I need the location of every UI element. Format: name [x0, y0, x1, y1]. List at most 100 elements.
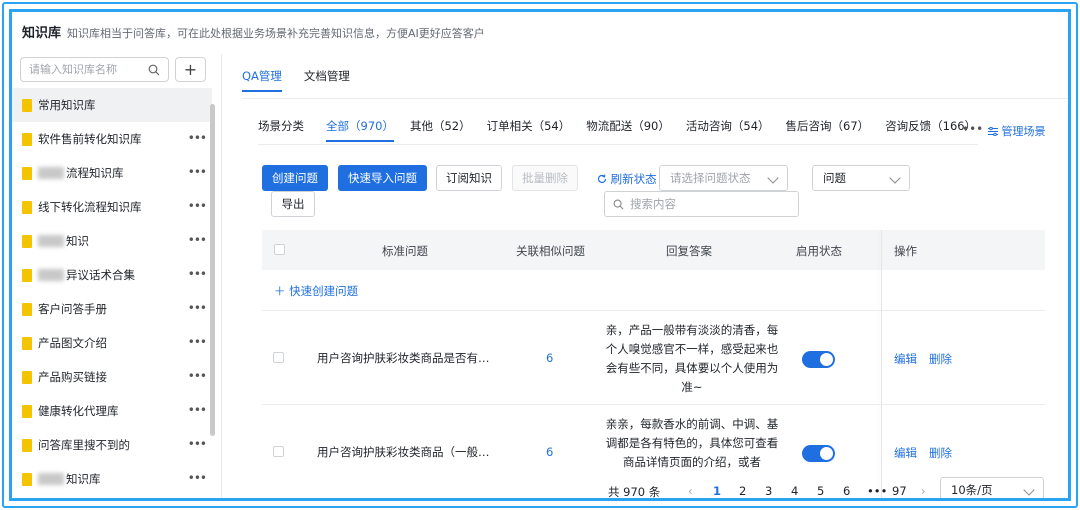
search-icon — [613, 199, 624, 209]
qa-table: 标准问题 关联相似问题 回复答案 启用状态 操作 ＋ 快速创建问题 用户咨询护肤… — [262, 230, 1045, 498]
kb-item[interactable]: 常用知识库 — [12, 88, 212, 122]
row-delete-button[interactable]: 删除 — [929, 445, 952, 461]
row-checkbox[interactable] — [273, 446, 284, 457]
kb-item[interactable]: 问答库里搜不到的 ••• — [12, 428, 212, 462]
refresh-icon — [597, 174, 607, 184]
folder-icon — [22, 234, 32, 248]
export-button[interactable]: 导出 — [271, 191, 315, 217]
page-description: 知识库相当于问答库，可在此处根据业务场景补充完善知识信息，方便AI更好应答客户 — [67, 27, 485, 40]
kb-item-label: 软件售前转化知识库 — [38, 132, 142, 146]
page-6[interactable]: 6 — [843, 484, 850, 498]
scene-category-order[interactable]: 订单相关（54） — [487, 110, 571, 142]
refresh-status-label: 刷新状态 — [610, 172, 657, 186]
add-kb-button[interactable]: + — [175, 57, 206, 82]
table-header: 标准问题 关联相似问题 回复答案 启用状态 操作 — [262, 230, 1045, 270]
create-question-button[interactable]: 创建问题 — [262, 165, 328, 191]
kb-item-label: 常用知识库 — [38, 98, 96, 112]
redacted-text — [38, 235, 64, 247]
row-question[interactable]: 用户咨询护肤彩妆类商品（一般… — [317, 444, 490, 460]
page-ellipsis[interactable]: ••• — [867, 484, 887, 498]
search-icon[interactable] — [148, 64, 160, 76]
page-last[interactable]: 97 — [892, 484, 907, 498]
kb-item[interactable]: 异议话术合集 ••• — [12, 258, 212, 292]
chevron-down-icon — [767, 172, 779, 184]
status-select[interactable]: 请选择问题状态 — [659, 165, 788, 191]
row-question[interactable]: 用户咨询护肤彩妆类商品是否有… — [317, 350, 490, 366]
kb-search-box[interactable] — [20, 57, 169, 82]
more-icon[interactable]: ••• — [188, 335, 207, 349]
row-enable-toggle[interactable] — [802, 445, 835, 462]
row-delete-button[interactable]: 删除 — [929, 351, 952, 367]
tab-doc-management[interactable]: 文档管理 — [304, 68, 350, 92]
prev-page-button[interactable]: ‹ — [688, 484, 693, 498]
scene-category-after-sales[interactable]: 售后咨询（67） — [786, 110, 870, 142]
content-search-field[interactable]: 搜索内容 — [604, 191, 799, 217]
more-icon[interactable]: ••• — [188, 403, 207, 417]
redacted-text — [38, 269, 64, 281]
folder-icon — [22, 132, 32, 146]
sidebar-scrollbar[interactable] — [210, 104, 215, 436]
plus-icon: ＋ — [274, 284, 290, 298]
more-icon[interactable]: ••• — [188, 369, 207, 383]
select-all-checkbox[interactable] — [274, 244, 285, 255]
kb-item-label: 流程知识库 — [66, 166, 124, 180]
page-5[interactable]: 5 — [817, 484, 824, 498]
row-enable-toggle[interactable] — [802, 351, 835, 368]
next-page-button[interactable]: › — [921, 484, 926, 498]
page-4[interactable]: 4 — [791, 484, 798, 498]
kb-item-label: 知识库 — [66, 472, 101, 486]
more-icon[interactable]: ••• — [188, 233, 207, 247]
more-icon[interactable]: ••• — [188, 131, 207, 145]
quick-import-button[interactable]: 快速导入问题 — [338, 165, 427, 191]
kb-item[interactable]: 知识库 ••• — [12, 462, 212, 496]
scene-filter: 场景分类 全部（970） 其他（52） 订单相关（54） 物流配送（90） 活动… — [258, 110, 992, 142]
more-icon[interactable]: ••• — [188, 471, 207, 485]
page-size-value: 10条/页 — [951, 483, 993, 497]
scene-category-all[interactable]: 全部（970） — [326, 110, 394, 142]
scene-category-promotion[interactable]: 活动咨询（54） — [686, 110, 770, 142]
scene-category-other[interactable]: 其他（52） — [410, 110, 471, 142]
manage-scenes-button[interactable]: 管理场景 — [988, 123, 1046, 139]
scene-more-icon[interactable]: ••• — [962, 122, 983, 136]
page-size-select[interactable]: 10条/页 — [940, 477, 1044, 498]
more-icon[interactable]: ••• — [188, 301, 207, 315]
settings-sliders-icon — [988, 126, 998, 137]
kb-item[interactable]: 软件售前转化知识库 ••• — [12, 122, 212, 156]
quick-create-question[interactable]: ＋ 快速创建问题 — [274, 283, 358, 299]
page-3[interactable]: 3 — [765, 484, 772, 498]
more-icon[interactable]: ••• — [188, 267, 207, 281]
kb-item[interactable]: 客户问答手册 ••• — [12, 292, 212, 326]
header-status: 启用状态 — [796, 244, 842, 258]
search-type-value: 问题 — [823, 171, 846, 185]
folder-icon — [22, 370, 32, 384]
more-icon[interactable]: ••• — [188, 437, 207, 451]
kb-item[interactable]: 产品图文介绍 ••• — [12, 326, 212, 360]
kb-search-input[interactable] — [29, 63, 139, 76]
page-2[interactable]: 2 — [739, 484, 746, 498]
row-similar-count[interactable]: 6 — [546, 445, 553, 459]
app-window: 知识库 知识库相当于问答库，可在此处根据业务场景补充完善知识信息，方便AI更好应… — [12, 12, 1068, 498]
batch-delete-button[interactable]: 批量删除 — [512, 165, 578, 191]
kb-item[interactable]: 流程知识库 ••• — [12, 156, 212, 190]
tab-bar: QA管理 文档管理 — [242, 68, 350, 92]
page-1[interactable]: 1 — [713, 484, 721, 498]
table-row: 用户咨询护肤彩妆类商品是否有… 6 亲，产品一般带有淡淡的清香，每个人嗅觉感官不… — [262, 310, 1045, 404]
kb-item-label: 产品图文介绍 — [38, 336, 107, 350]
subscribe-knowledge-button[interactable]: 订阅知识 — [436, 165, 502, 191]
folder-icon — [22, 302, 32, 316]
kb-item[interactable]: 产品购买链接 ••• — [12, 360, 212, 394]
kb-item[interactable]: 健康转化代理库 ••• — [12, 394, 212, 428]
tab-qa-management[interactable]: QA管理 — [242, 68, 282, 92]
more-icon[interactable]: ••• — [188, 165, 207, 179]
kb-item[interactable]: 线下转化流程知识库 ••• — [12, 190, 212, 224]
kb-item-label: 知识 — [66, 234, 89, 248]
row-similar-count[interactable]: 6 — [546, 351, 553, 365]
row-edit-button[interactable]: 编辑 — [894, 445, 917, 461]
scene-category-logistics[interactable]: 物流配送（90） — [586, 110, 670, 142]
row-edit-button[interactable]: 编辑 — [894, 351, 917, 367]
row-checkbox[interactable] — [273, 352, 284, 363]
search-type-select[interactable]: 问题 — [812, 165, 910, 191]
more-icon[interactable]: ••• — [188, 199, 207, 213]
kb-item[interactable]: 知识 ••• — [12, 224, 212, 258]
refresh-status-button[interactable]: 刷新状态 — [597, 171, 657, 187]
